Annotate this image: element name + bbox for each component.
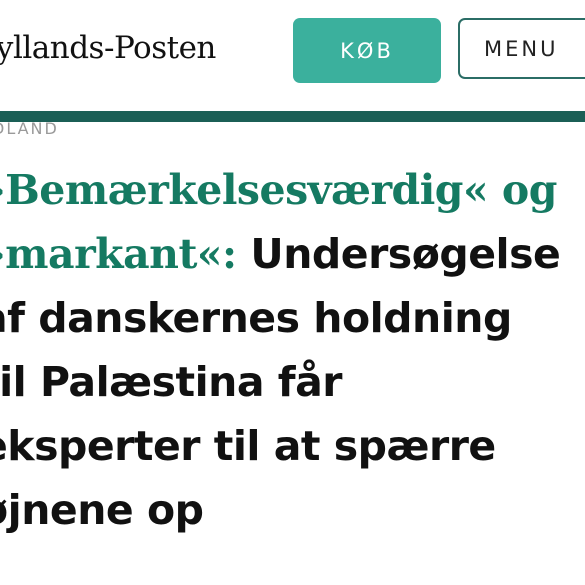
headline-line-4: til Palæstina får bbox=[0, 358, 343, 406]
headline-quote-1: »Bemærkelsesværdig« og bbox=[0, 166, 557, 214]
buy-button[interactable]: KØB bbox=[293, 18, 441, 83]
headline-line-6: øjnene op bbox=[0, 486, 204, 534]
section-kicker[interactable]: DLAND bbox=[0, 119, 59, 138]
headline-line-2: »markant«: Undersøgelse bbox=[0, 222, 585, 286]
headline-text-2: Undersøgelse bbox=[236, 230, 561, 278]
header-divider bbox=[0, 111, 585, 122]
headline-quote-2: »markant«: bbox=[0, 230, 237, 278]
headline-line-1: »Bemærkelsesværdig« og bbox=[0, 158, 585, 222]
headline-line-3: af danskernes holdning bbox=[0, 294, 512, 342]
article-headline: »Bemærkelsesværdig« og »markant«: Unders… bbox=[0, 158, 585, 542]
menu-button[interactable]: MENU bbox=[458, 18, 585, 79]
headline-line-5: eksperter til at spærre bbox=[0, 422, 496, 470]
site-header: Jyllands-Posten KØB MENU bbox=[0, 0, 585, 110]
site-logo[interactable]: Jyllands-Posten bbox=[0, 30, 216, 66]
